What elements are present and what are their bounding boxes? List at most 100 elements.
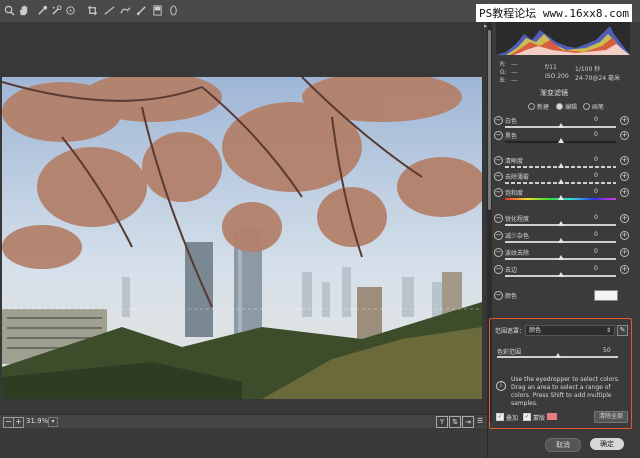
hand-icon[interactable]: [17, 4, 30, 17]
ok-button[interactable]: 确定: [590, 438, 624, 450]
target-adjust-icon[interactable]: [64, 4, 77, 17]
eyedropper-icon[interactable]: ✎: [617, 325, 628, 336]
straighten-icon[interactable]: [103, 4, 116, 17]
graduated-filter-icon[interactable]: [151, 4, 164, 17]
slider-thumb[interactable]: [558, 255, 564, 260]
increase-icon[interactable]: +: [620, 265, 629, 274]
decrease-icon[interactable]: −: [494, 188, 503, 197]
increase-icon[interactable]: +: [620, 214, 629, 223]
slider-label: 减少杂色: [505, 233, 530, 240]
color-label: 颜色: [505, 293, 518, 300]
decrease-icon[interactable]: −: [494, 116, 503, 125]
spot-removal-icon[interactable]: [119, 4, 132, 17]
panel-scroll-thumb[interactable]: [488, 30, 491, 210]
slider-value[interactable]: 0: [594, 131, 598, 138]
view-mode-y-button[interactable]: Y: [436, 416, 448, 428]
mode-new[interactable]: 新建: [528, 102, 549, 111]
decrease-icon[interactable]: −: [494, 172, 503, 181]
toolbar: PS教程论坛 www.16xx8.com: [0, 0, 640, 23]
slider-label: 去边: [505, 267, 518, 274]
range-mask-select[interactable]: 颜色 ⇕: [525, 325, 615, 336]
slider-value[interactable]: 0: [594, 188, 598, 195]
white-balance-icon[interactable]: [36, 4, 49, 17]
adjustment-brush-icon[interactable]: [135, 4, 148, 17]
slider-thumb[interactable]: [558, 123, 564, 128]
slider-defringe[interactable]: − 去边 0 +: [492, 265, 630, 285]
zoom-dropdown-icon[interactable]: ▾: [48, 417, 58, 427]
slider-thumb[interactable]: [558, 221, 564, 226]
decrease-icon[interactable]: −: [494, 265, 503, 274]
increase-icon[interactable]: +: [620, 131, 629, 140]
increase-icon[interactable]: +: [620, 188, 629, 197]
readout-b-value: ---: [511, 77, 518, 84]
preferences-icon[interactable]: ☰: [475, 416, 485, 426]
slider-thumb[interactable]: [558, 163, 564, 168]
slider-value[interactable]: 0: [594, 248, 598, 255]
readout-r-label: R:: [500, 61, 507, 68]
slider-thumb[interactable]: [558, 272, 564, 277]
color-range-value[interactable]: 50: [603, 347, 611, 354]
radial-filter-icon[interactable]: [167, 4, 180, 17]
decrease-icon[interactable]: −: [494, 156, 503, 165]
zoom-icon[interactable]: [3, 4, 16, 17]
slider-thumb[interactable]: [558, 179, 564, 184]
increase-icon[interactable]: +: [620, 172, 629, 181]
mask-checkbox[interactable]: ✓: [523, 413, 531, 421]
radio-brush-icon: [583, 103, 590, 110]
slider-value[interactable]: 0: [594, 214, 598, 221]
histogram: [496, 22, 630, 55]
slider-thumb[interactable]: [558, 238, 564, 243]
aperture: f/11: [545, 64, 557, 71]
slider-thumb[interactable]: [558, 138, 564, 143]
shutter-speed: 1/100 秒: [575, 66, 601, 73]
slider-saturation[interactable]: − 饱和度 0 +: [492, 188, 630, 208]
swap-view-button[interactable]: ⇅: [449, 416, 461, 428]
slider-label: 锐化程度: [505, 216, 530, 223]
radio-edit-icon: [556, 103, 563, 110]
increase-icon[interactable]: +: [620, 156, 629, 165]
copy-settings-button[interactable]: ⇥: [462, 416, 474, 428]
lens-info: 24-70@24 毫米: [575, 75, 620, 82]
increase-icon[interactable]: +: [620, 248, 629, 257]
image-canvas[interactable]: [0, 22, 487, 414]
slider-thumb[interactable]: [558, 195, 564, 200]
increase-icon[interactable]: +: [620, 116, 629, 125]
mode-edit[interactable]: 编辑: [556, 102, 577, 111]
cancel-button[interactable]: 取消: [545, 438, 581, 452]
readout-b-label: B:: [500, 77, 507, 84]
slider-label: 黑色: [505, 133, 518, 140]
panel-title: 渐变滤镜: [540, 89, 568, 97]
info-icon: i: [496, 381, 506, 391]
decrease-icon[interactable]: −: [494, 231, 503, 240]
slider-value[interactable]: 0: [594, 116, 598, 123]
slider-value[interactable]: 0: [594, 231, 598, 238]
slider-label: 波纹去除: [505, 250, 530, 257]
slider-value[interactable]: 0: [594, 265, 598, 272]
decrease-icon[interactable]: −: [494, 131, 503, 140]
color-range-thumb[interactable]: [554, 353, 561, 358]
decrease-icon[interactable]: −: [494, 291, 503, 300]
slider-value[interactable]: 0: [594, 172, 598, 179]
slider-blacks[interactable]: − 黑色 0 +: [492, 131, 630, 151]
status-bar: − + 31.9% ▾ Y ⇅ ⇥ ☰: [0, 414, 487, 429]
chevron-down-icon: ⇕: [605, 327, 611, 334]
collapse-panel-icon[interactable]: ▸: [484, 22, 492, 30]
photo-preview[interactable]: [2, 77, 482, 399]
photo-image: [2, 77, 482, 399]
overlay-color-swatch[interactable]: [547, 413, 557, 420]
overlay-checkbox[interactable]: ✓: [496, 413, 504, 421]
mode-brush[interactable]: 画笔: [583, 102, 604, 111]
color-sampler-icon[interactable]: [50, 4, 63, 17]
decrease-icon[interactable]: −: [494, 214, 503, 223]
slider-value[interactable]: 0: [594, 156, 598, 163]
mode-edit-label: 编辑: [565, 104, 578, 111]
color-swatch[interactable]: [594, 290, 618, 301]
decrease-icon[interactable]: −: [494, 248, 503, 257]
slider-label: 白色: [505, 118, 518, 125]
zoom-in-button[interactable]: +: [13, 417, 24, 428]
crop-icon[interactable]: [86, 4, 99, 17]
radio-new-icon: [528, 103, 535, 110]
clear-all-button[interactable]: 清除全部: [594, 411, 628, 423]
range-mask-label: 范围遮罩：: [495, 328, 526, 335]
increase-icon[interactable]: +: [620, 231, 629, 240]
